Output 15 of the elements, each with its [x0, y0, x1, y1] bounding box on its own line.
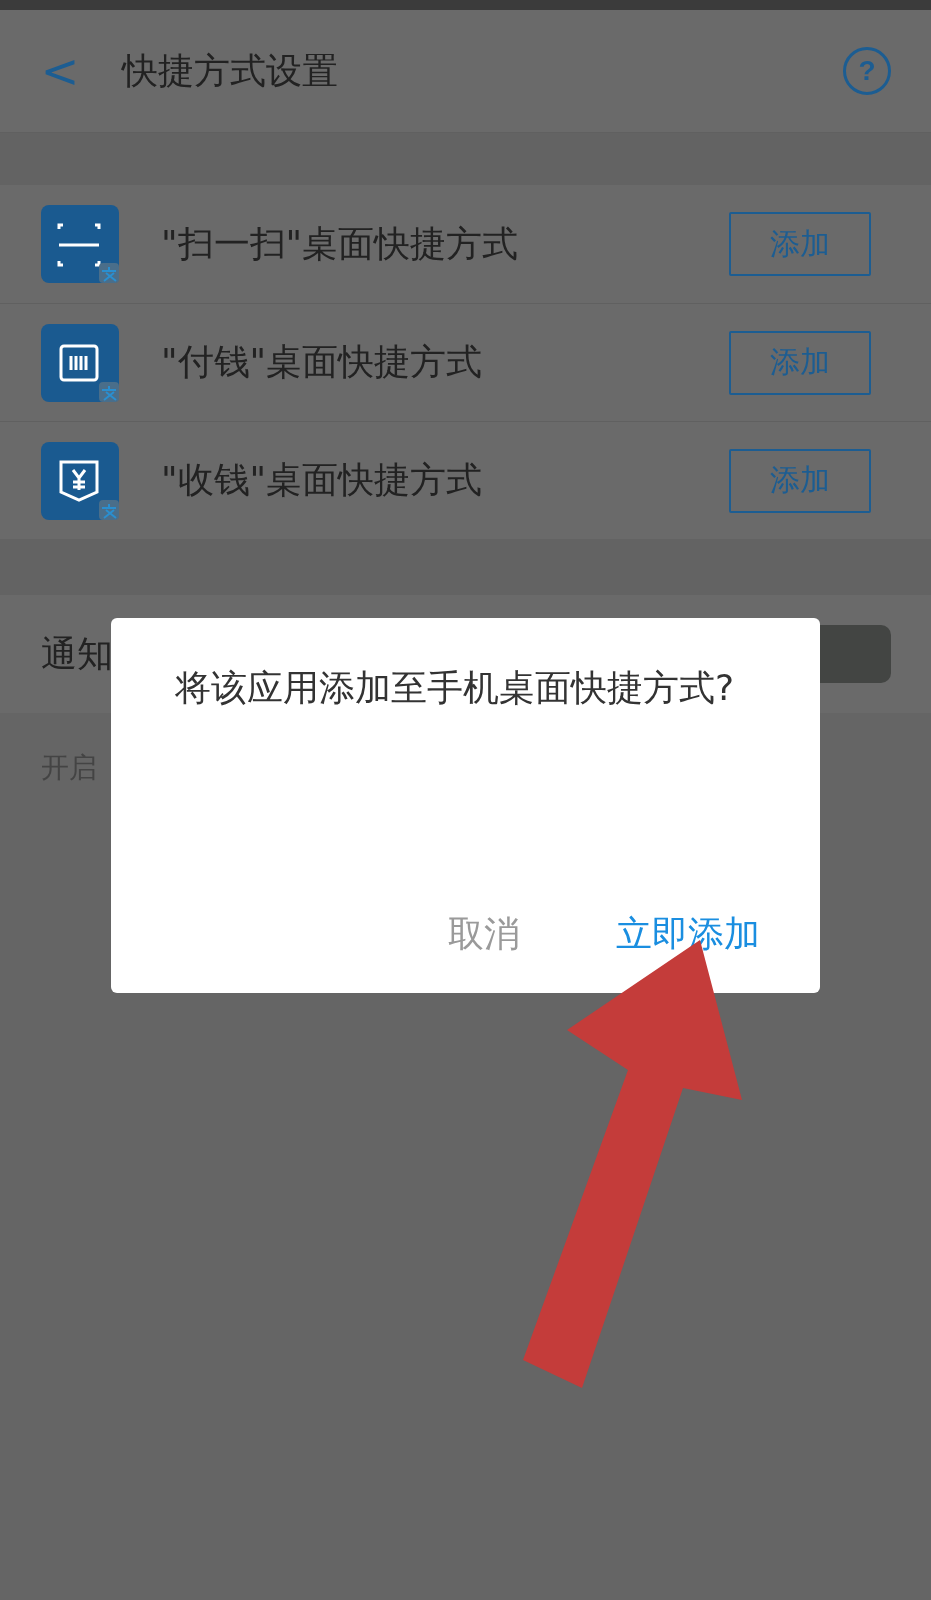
- shortcut-label: "扫一扫"桌面快捷方式: [161, 221, 520, 266]
- page-title: 快捷方式设置: [122, 48, 339, 93]
- add-button[interactable]: 添加: [729, 330, 871, 395]
- cancel-button[interactable]: 取消: [448, 910, 520, 959]
- help-button[interactable]: ?: [843, 47, 891, 95]
- receive-app-icon: [41, 441, 119, 520]
- back-button[interactable]: <: [40, 48, 80, 94]
- shortcut-label: "收钱"桌面快捷方式: [161, 458, 484, 502]
- add-button[interactable]: 添加: [729, 448, 871, 513]
- pay-app-icon: [41, 323, 119, 402]
- shortcut-label: "付钱"桌面快捷方式: [161, 340, 484, 384]
- scan-app-icon: [41, 205, 119, 283]
- add-button[interactable]: 添加: [729, 212, 871, 276]
- notification-label: 通知: [41, 631, 113, 676]
- dialog-message: 将该应用添加至手机桌面快捷方式?: [175, 666, 735, 710]
